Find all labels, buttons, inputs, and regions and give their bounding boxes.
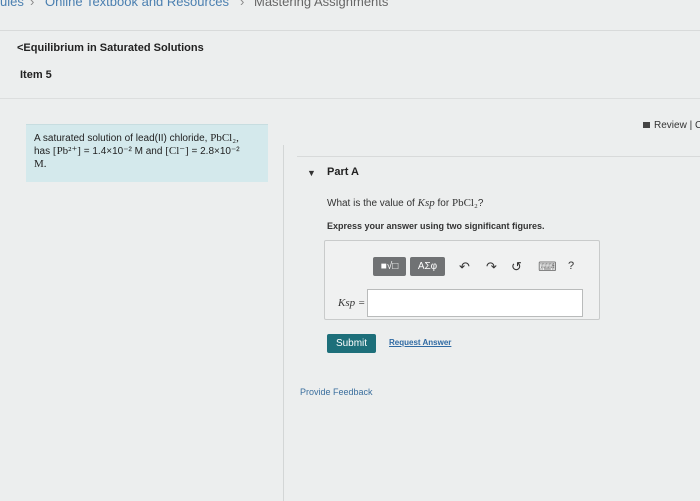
question-prefix: What is the value of — [327, 198, 418, 209]
divider — [0, 98, 700, 99]
part-label[interactable]: Part A — [327, 166, 359, 178]
breadcrumb-separator: › — [240, 0, 245, 9]
problem-line-3: M. — [34, 158, 260, 171]
question-end: ? — [477, 198, 484, 209]
ksp-label: Ksp = — [338, 297, 366, 309]
problem-text: has — [34, 146, 53, 157]
undo-icon[interactable]: ↶ — [459, 258, 470, 275]
problem-line-2: has [Pb²⁺] = 1.4×10⁻² M and [Cl⁻] = 2.8×… — [34, 145, 260, 158]
item-title: Item 5 — [20, 69, 52, 81]
cl-concentration: [Cl⁻] — [165, 145, 189, 157]
math-toolbar: ■√□ ΑΣφ ↶ ↷ ↺ ⌨ ? — [373, 257, 588, 277]
question-text: What is the value of Ksp for PbCl₂? — [327, 197, 483, 209]
breadcrumb-item-textbook[interactable]: Online Textbook and Resources — [45, 0, 229, 9]
breadcrumb: ules › Online Textbook and Resources › M… — [0, 0, 700, 14]
problem-text: = 1.4×10⁻² M and — [80, 146, 166, 157]
formula-pbcl2: PbCl₂, — [210, 132, 239, 144]
symbols-button[interactable]: ΑΣφ — [410, 257, 445, 276]
book-icon — [643, 122, 650, 129]
ksp-input[interactable] — [367, 289, 583, 317]
collapse-triangle-icon[interactable]: ▼ — [307, 168, 316, 178]
request-answer-link[interactable]: Request Answer — [389, 338, 451, 347]
problem-text: = 2.8×10⁻² — [188, 146, 240, 157]
redo-icon[interactable]: ↷ — [486, 258, 497, 275]
provide-feedback-link[interactable]: Provide Feedback — [300, 387, 373, 397]
instruction-text: Express your answer using two significan… — [327, 221, 545, 231]
formula-pbcl2: PbCl₂ — [451, 197, 478, 209]
pb-concentration: [Pb²⁺] — [52, 145, 81, 157]
problem-line-1: A saturated solution of lead(II) chlorid… — [34, 132, 260, 145]
keyboard-icon[interactable]: ⌨ — [538, 258, 557, 275]
breadcrumb-item-assignments[interactable]: Mastering Assignments — [254, 0, 388, 9]
breadcrumb-item-modules[interactable]: ules — [0, 0, 24, 9]
submit-button[interactable]: Submit — [327, 334, 376, 353]
ksp-symbol: Ksp — [417, 197, 435, 209]
reset-icon[interactable]: ↺ — [511, 258, 522, 275]
review-link[interactable]: Review | C — [643, 120, 700, 131]
help-icon[interactable]: ? — [568, 258, 574, 275]
problem-statement: A saturated solution of lead(II) chlorid… — [26, 124, 268, 182]
divider — [297, 156, 700, 157]
review-label: Review | C — [654, 120, 700, 131]
problem-text: M. — [34, 158, 47, 170]
breadcrumb-separator: › — [30, 0, 35, 9]
templates-button[interactable]: ■√□ — [373, 257, 406, 276]
divider — [0, 30, 700, 31]
question-mid: for — [434, 198, 452, 209]
back-link[interactable]: <Equilibrium in Saturated Solutions — [17, 42, 204, 54]
problem-text: A saturated solution of lead(II) chlorid… — [34, 133, 211, 144]
